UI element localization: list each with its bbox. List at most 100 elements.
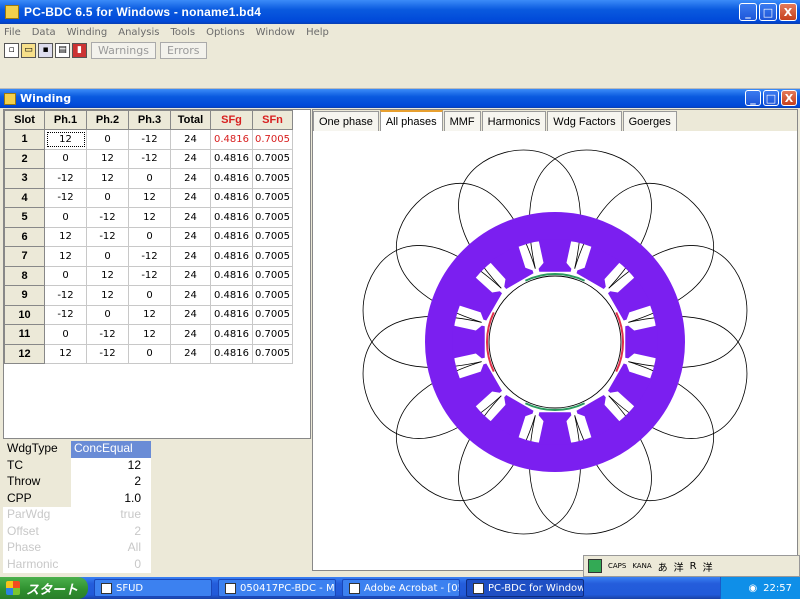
menu-data[interactable]: Data bbox=[32, 27, 56, 38]
open-folder-icon[interactable]: ▭ bbox=[21, 42, 36, 58]
col-header-total[interactable]: Total bbox=[170, 110, 211, 130]
row-header-slot[interactable]: 10 bbox=[4, 304, 45, 325]
table-cell[interactable]: 12 bbox=[128, 324, 171, 345]
row-header-slot[interactable]: 9 bbox=[4, 285, 45, 306]
property-value[interactable]: 2 bbox=[71, 474, 151, 491]
menu-window[interactable]: Window bbox=[256, 27, 295, 38]
table-cell[interactable]: 12 bbox=[86, 148, 129, 169]
table-cell[interactable]: 12 bbox=[86, 168, 129, 189]
warnings-button[interactable]: Warnings bbox=[91, 41, 156, 59]
table-cell[interactable]: 0 bbox=[86, 304, 129, 325]
table-cell[interactable]: 12 bbox=[44, 129, 87, 150]
property-value[interactable]: 0 bbox=[71, 556, 151, 573]
menu-options[interactable]: Options bbox=[206, 27, 245, 38]
table-cell[interactable]: -12 bbox=[86, 226, 129, 247]
table-row[interactable]: 2 0 12 -12 24 0.4816 0.7005 bbox=[4, 148, 293, 169]
table-cell[interactable]: 0 bbox=[44, 265, 87, 286]
property-value[interactable]: true bbox=[71, 507, 151, 524]
table-row[interactable]: 7 12 0 -12 24 0.4816 0.7005 bbox=[4, 246, 293, 267]
table-cell[interactable]: 0 bbox=[128, 285, 171, 306]
table-cell[interactable]: -12 bbox=[128, 129, 171, 150]
table-row[interactable]: 5 0 -12 12 24 0.4816 0.7005 bbox=[4, 207, 293, 228]
table-cell[interactable]: 0 bbox=[44, 324, 87, 345]
table-cell[interactable]: 0.7005 bbox=[252, 304, 293, 325]
ime-mode-roman[interactable]: R bbox=[690, 561, 697, 572]
table-cell[interactable]: 0.4816 bbox=[210, 285, 253, 306]
table-cell[interactable]: 24 bbox=[170, 343, 211, 364]
table-cell[interactable]: 0.7005 bbox=[252, 343, 293, 364]
property-value[interactable]: 1.0 bbox=[71, 490, 151, 507]
tab-wdg-factors[interactable]: Wdg Factors bbox=[547, 111, 622, 131]
table-cell[interactable]: 0 bbox=[86, 246, 129, 267]
table-cell[interactable]: 0.7005 bbox=[252, 207, 293, 228]
table-cell[interactable]: -12 bbox=[128, 246, 171, 267]
taskbar-task[interactable]: 050417PC-BDC - Mi... bbox=[218, 579, 336, 597]
row-header-slot[interactable]: 5 bbox=[4, 207, 45, 228]
table-cell[interactable]: 0.7005 bbox=[252, 285, 293, 306]
property-value[interactable]: ConcEqual bbox=[71, 441, 151, 458]
table-cell[interactable]: 0.4816 bbox=[210, 148, 253, 169]
col-header-ph1[interactable]: Ph.1 bbox=[44, 110, 87, 130]
table-cell[interactable]: -12 bbox=[86, 343, 129, 364]
child-maximize-button[interactable]: □ bbox=[763, 90, 779, 106]
winding-diagram-canvas[interactable] bbox=[313, 131, 797, 570]
table-cell[interactable]: 12 bbox=[44, 246, 87, 267]
menu-winding[interactable]: Winding bbox=[67, 27, 108, 38]
property-row[interactable]: Phase All bbox=[3, 540, 151, 557]
table-cell[interactable]: 12 bbox=[128, 187, 171, 208]
property-value[interactable]: All bbox=[71, 540, 151, 557]
ime-icon[interactable] bbox=[588, 559, 602, 573]
table-cell[interactable]: 24 bbox=[170, 226, 211, 247]
table-cell[interactable]: 0.7005 bbox=[252, 187, 293, 208]
table-cell[interactable]: 12 bbox=[128, 304, 171, 325]
table-cell[interactable]: 0.7005 bbox=[252, 168, 293, 189]
ime-mode-1[interactable]: 洋 bbox=[674, 559, 684, 574]
table-cell[interactable]: 0 bbox=[44, 148, 87, 169]
table-cell[interactable]: 0 bbox=[128, 343, 171, 364]
table-cell[interactable]: 24 bbox=[170, 148, 211, 169]
table-cell[interactable]: 0.4816 bbox=[210, 343, 253, 364]
table-row[interactable]: 8 0 12 -12 24 0.4816 0.7005 bbox=[4, 265, 293, 286]
table-row[interactable]: 10 -12 0 12 24 0.4816 0.7005 bbox=[4, 304, 293, 325]
tab-all-phases[interactable]: All phases bbox=[379, 110, 443, 131]
table-cell[interactable]: 0.4816 bbox=[210, 324, 253, 345]
table-cell[interactable]: 0.4816 bbox=[210, 168, 253, 189]
table-cell[interactable]: -12 bbox=[128, 148, 171, 169]
taskbar-task[interactable]: Adobe Acrobat - [05... bbox=[342, 579, 460, 597]
col-header-ph3[interactable]: Ph.3 bbox=[128, 110, 171, 130]
property-value[interactable]: 2 bbox=[71, 523, 151, 540]
table-cell[interactable]: 0.4816 bbox=[210, 187, 253, 208]
table-cell[interactable]: 0.4816 bbox=[210, 246, 253, 267]
table-row[interactable]: 1 12 0 -12 24 0.4816 0.7005 bbox=[4, 129, 293, 150]
menu-file[interactable]: File bbox=[4, 27, 21, 38]
table-row[interactable]: 9 -12 12 0 24 0.4816 0.7005 bbox=[4, 285, 293, 306]
errors-button[interactable]: Errors bbox=[159, 41, 207, 59]
table-cell[interactable]: 12 bbox=[86, 285, 129, 306]
col-header-slot[interactable]: Slot bbox=[4, 110, 45, 130]
table-cell[interactable]: 0.7005 bbox=[252, 148, 293, 169]
table-cell[interactable]: 0.7005 bbox=[252, 265, 293, 286]
table-cell[interactable]: 12 bbox=[44, 343, 87, 364]
menu-tools[interactable]: Tools bbox=[170, 27, 195, 38]
print-icon[interactable]: ▤ bbox=[55, 42, 70, 58]
property-row[interactable]: CPP 1.0 bbox=[3, 490, 151, 507]
table-cell[interactable]: -12 bbox=[44, 168, 87, 189]
property-row[interactable]: WdgType ConcEqual bbox=[3, 441, 151, 458]
table-cell[interactable]: 24 bbox=[170, 207, 211, 228]
table-cell[interactable]: 24 bbox=[170, 324, 211, 345]
taskbar-task[interactable]: PC-BDC for Windows bbox=[466, 579, 584, 597]
table-cell[interactable]: 0.4816 bbox=[210, 265, 253, 286]
table-cell[interactable]: -12 bbox=[128, 265, 171, 286]
property-value[interactable]: 12 bbox=[71, 457, 151, 474]
row-header-slot[interactable]: 12 bbox=[4, 343, 45, 364]
table-cell[interactable]: 24 bbox=[170, 168, 211, 189]
table-cell[interactable]: 12 bbox=[86, 265, 129, 286]
row-header-slot[interactable]: 6 bbox=[4, 226, 45, 247]
table-cell[interactable]: 24 bbox=[170, 265, 211, 286]
table-cell[interactable]: 0.7005 bbox=[252, 226, 293, 247]
row-header-slot[interactable]: 1 bbox=[4, 129, 45, 150]
row-header-slot[interactable]: 3 bbox=[4, 168, 45, 189]
row-header-slot[interactable]: 7 bbox=[4, 246, 45, 267]
table-cell[interactable]: 0.4816 bbox=[210, 207, 253, 228]
start-button[interactable]: スタート bbox=[0, 577, 88, 599]
